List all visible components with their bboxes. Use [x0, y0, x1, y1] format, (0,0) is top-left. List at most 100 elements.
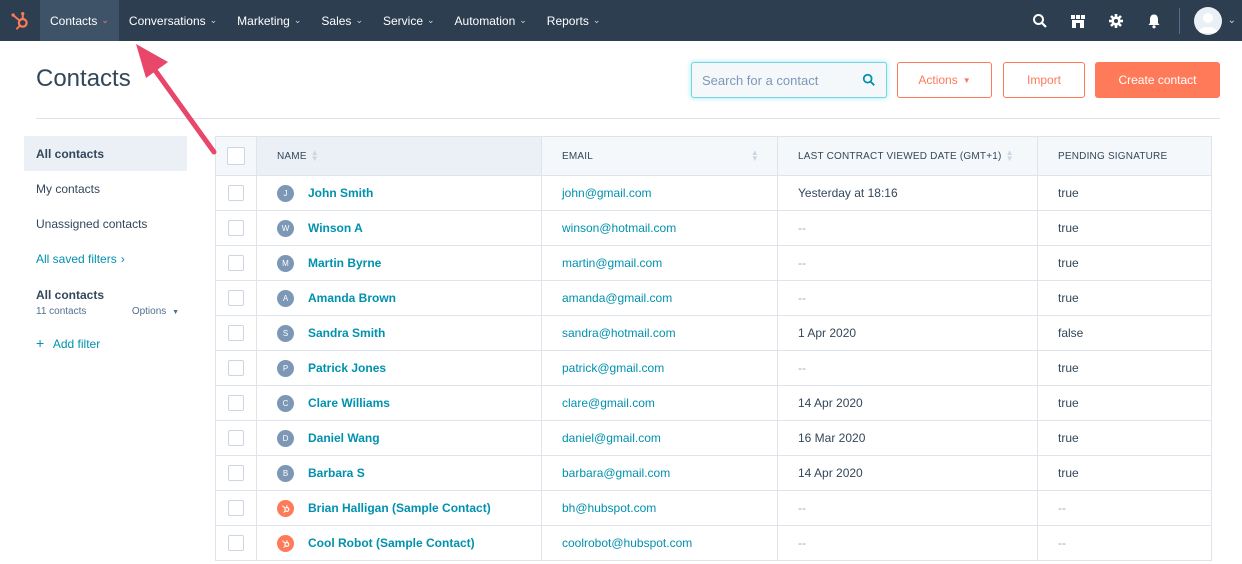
- contact-email-link[interactable]: john@gmail.com: [562, 186, 652, 200]
- sort-icon[interactable]: ▲ ▼: [311, 149, 319, 163]
- contact-name-link[interactable]: Patrick Jones: [308, 361, 386, 375]
- row-checkbox[interactable]: [228, 500, 244, 516]
- row-checkbox[interactable]: [228, 220, 244, 236]
- add-filter-button[interactable]: + Add filter: [24, 335, 187, 351]
- sidebar-item-all-contacts[interactable]: All contacts: [24, 136, 187, 171]
- sort-icon[interactable]: ▲ ▼: [751, 149, 759, 163]
- contact-name-link[interactable]: John Smith: [308, 186, 373, 200]
- table-row[interactable]: W Winson A winson@hotmail.com -- true: [215, 211, 1212, 246]
- search-icon[interactable]: [862, 73, 876, 87]
- table-row[interactable]: B Barbara S barbara@gmail.com 14 Apr 2020 tr…: [215, 456, 1212, 491]
- hubspot-logo-icon[interactable]: [0, 0, 40, 41]
- contact-email-link[interactable]: amanda@gmail.com: [562, 291, 672, 305]
- nav-item-sales[interactable]: Sales ⌄: [311, 0, 373, 41]
- actions-dropdown-button[interactable]: Actions ▼: [897, 62, 992, 98]
- row-checkbox[interactable]: [228, 255, 244, 271]
- sort-icon[interactable]: ▲ ▼: [1006, 149, 1014, 163]
- contact-count: 11 contacts: [36, 306, 87, 317]
- import-button[interactable]: Import: [1003, 62, 1085, 98]
- contact-name-link[interactable]: Martin Byrne: [308, 256, 381, 270]
- row-select-cell: [216, 281, 256, 315]
- table-row[interactable]: C Clare Williams clare@gmail.com 14 Apr 202…: [215, 386, 1212, 421]
- row-checkbox[interactable]: [228, 535, 244, 551]
- table-row[interactable]: A Amanda Brown amanda@gmail.com -- true: [215, 281, 1212, 316]
- user-avatar-icon[interactable]: [1193, 6, 1222, 35]
- nav-item-service[interactable]: Service ⌄: [373, 0, 445, 41]
- contact-search-input[interactable]: [702, 72, 852, 88]
- account-menu-chevron-icon[interactable]: ⌄: [1228, 15, 1236, 26]
- contact-email-link[interactable]: coolrobot@hubspot.com: [562, 536, 692, 550]
- contact-email-link[interactable]: bh@hubspot.com: [562, 501, 656, 515]
- column-header-last-contract-viewed[interactable]: LAST CONTRACT VIEWED DATE (GMT+1) ▲ ▼: [777, 137, 1037, 175]
- all-saved-filters-link[interactable]: All saved filters ›: [24, 241, 187, 276]
- nav-item-reports[interactable]: Reports ⌄: [537, 0, 611, 41]
- contact-name-link[interactable]: Brian Halligan (Sample Contact): [308, 501, 491, 515]
- pending-signature-cell: true: [1037, 176, 1211, 210]
- contact-avatar: D: [277, 429, 294, 447]
- contact-email-link[interactable]: martin@gmail.com: [562, 256, 662, 270]
- actions-button-label: Actions: [918, 73, 958, 87]
- column-header-pending-signature[interactable]: PENDING SIGNATURE: [1037, 137, 1211, 175]
- contact-name-link[interactable]: Barbara S: [308, 466, 365, 480]
- row-checkbox[interactable]: [228, 290, 244, 306]
- top-navigation: Contacts ⌄ Conversations ⌄ Marketing ⌄ Sales ⌄ S…: [0, 0, 1242, 41]
- table-row[interactable]: M Martin Byrne martin@gmail.com -- true: [215, 246, 1212, 281]
- table-row[interactable]: Brian Halligan (Sample Contact) bh@hubspo…: [215, 491, 1212, 526]
- contact-email-link[interactable]: sandra@hotmail.com: [562, 326, 676, 340]
- table-row[interactable]: Cool Robot (Sample Contact) coolrobot@hub…: [215, 526, 1212, 561]
- row-checkbox[interactable]: [228, 325, 244, 341]
- column-header-name[interactable]: NAME ▲ ▼: [256, 137, 541, 175]
- row-select-cell: [216, 351, 256, 385]
- contact-name-link[interactable]: Cool Robot (Sample Contact): [308, 536, 475, 550]
- chevron-right-icon: ›: [120, 251, 125, 266]
- pending-signature-cell: false: [1037, 316, 1211, 350]
- nav-item-automation[interactable]: Automation ⌄: [445, 0, 537, 41]
- contact-email-link[interactable]: daniel@gmail.com: [562, 431, 661, 445]
- name-cell: Brian Halligan (Sample Contact): [256, 491, 541, 525]
- row-checkbox[interactable]: [228, 185, 244, 201]
- nav-item-marketing[interactable]: Marketing ⌄: [227, 0, 311, 41]
- marketplace-icon[interactable]: [1063, 0, 1093, 41]
- notifications-icon[interactable]: [1139, 0, 1169, 41]
- saved-filters-label: All saved filters: [36, 251, 117, 266]
- contact-email-link[interactable]: winson@hotmail.com: [562, 221, 676, 235]
- pending-signature-cell: --: [1037, 491, 1211, 525]
- table-row[interactable]: D Daniel Wang daniel@gmail.com 16 Mar 2020 t…: [215, 421, 1212, 456]
- row-checkbox[interactable]: [228, 430, 244, 446]
- nav-item-contacts[interactable]: Contacts ⌄: [40, 0, 119, 41]
- table-row[interactable]: P Patrick Jones patrick@gmail.com -- true: [215, 351, 1212, 386]
- contact-name-link[interactable]: Sandra Smith: [308, 326, 385, 340]
- contact-avatar: J: [277, 184, 294, 202]
- contact-email-link[interactable]: clare@gmail.com: [562, 396, 655, 410]
- create-contact-button[interactable]: Create contact: [1095, 62, 1220, 98]
- table-row[interactable]: S Sandra Smith sandra@hotmail.com 1 Apr 202…: [215, 316, 1212, 351]
- contact-avatar: M: [277, 254, 294, 272]
- sidebar-item-unassigned-contacts[interactable]: Unassigned contacts: [24, 206, 187, 241]
- table-row[interactable]: J John Smith john@gmail.com Yesterday at 18…: [215, 176, 1212, 211]
- name-cell: S Sandra Smith: [256, 316, 541, 350]
- contact-email-link[interactable]: barbara@gmail.com: [562, 466, 670, 480]
- last-contract-viewed-cell: 1 Apr 2020: [777, 316, 1037, 350]
- settings-icon[interactable]: [1101, 0, 1131, 41]
- caret-down-icon: ▼: [172, 309, 179, 316]
- contact-email-link[interactable]: patrick@gmail.com: [562, 361, 664, 375]
- last-contract-viewed-cell: --: [777, 526, 1037, 560]
- plus-icon: +: [36, 335, 45, 351]
- row-checkbox[interactable]: [228, 465, 244, 481]
- sidebar-item-my-contacts[interactable]: My contacts: [24, 171, 187, 206]
- contact-avatar: P: [277, 359, 294, 377]
- nav-item-label: Automation: [454, 13, 516, 28]
- contact-name-link[interactable]: Daniel Wang: [308, 431, 380, 445]
- select-all-checkbox[interactable]: [227, 147, 245, 165]
- contact-name-link[interactable]: Clare Williams: [308, 396, 390, 410]
- column-header-email[interactable]: EMAIL ▲ ▼: [541, 137, 777, 175]
- nav-item-conversations[interactable]: Conversations ⌄: [119, 0, 227, 41]
- contact-search-box[interactable]: [691, 62, 887, 98]
- view-options-dropdown[interactable]: Options ▼: [132, 306, 179, 317]
- search-icon[interactable]: [1025, 0, 1055, 41]
- row-checkbox[interactable]: [228, 360, 244, 376]
- contact-name-link[interactable]: Amanda Brown: [308, 291, 396, 305]
- row-checkbox[interactable]: [228, 395, 244, 411]
- contact-name-link[interactable]: Winson A: [308, 221, 363, 235]
- nav-menu: Contacts ⌄ Conversations ⌄ Marketing ⌄ Sales ⌄ S…: [40, 0, 610, 41]
